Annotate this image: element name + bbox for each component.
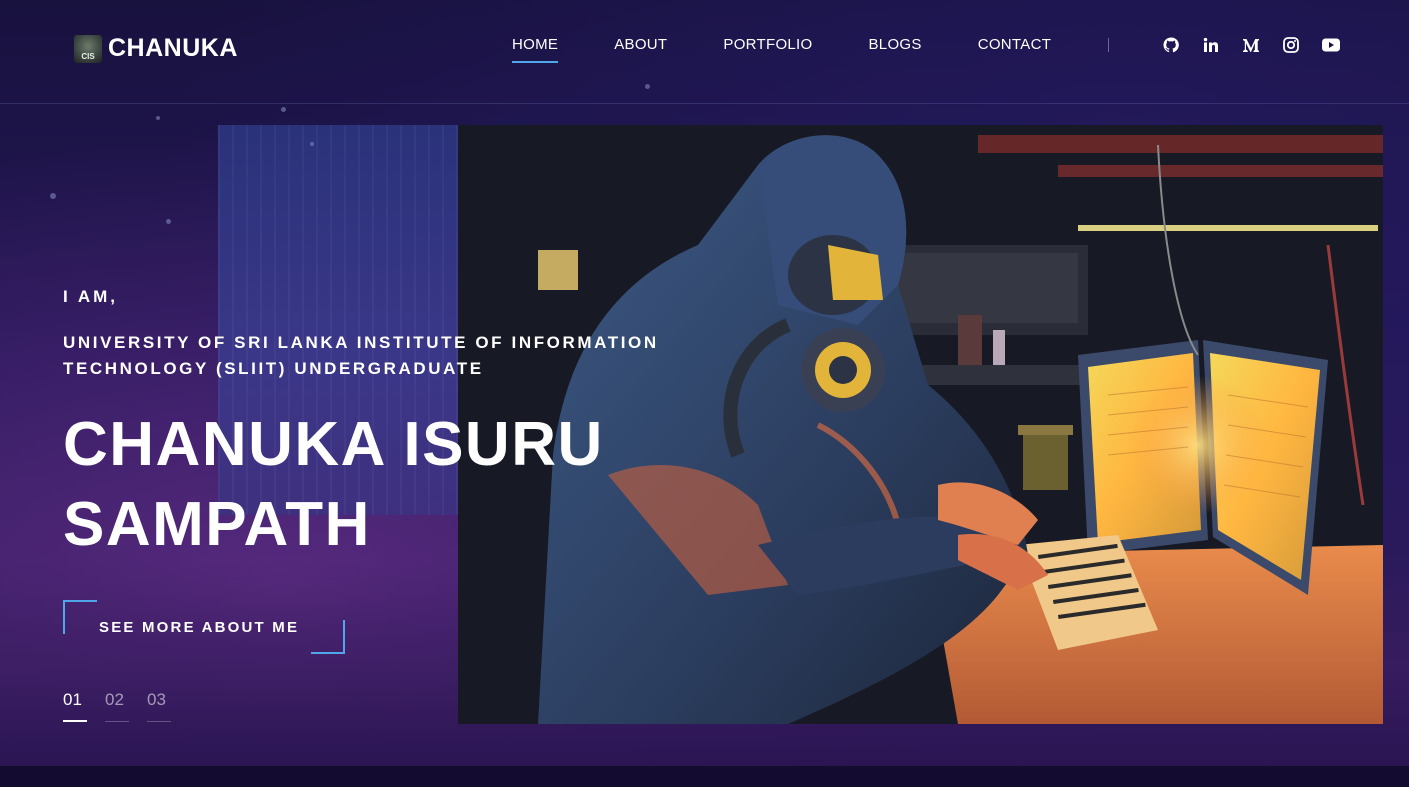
brand-name: CHANUKA [108,34,238,62]
instagram-icon[interactable] [1282,36,1300,54]
background-star [166,219,171,224]
cta-label: SEE MORE ABOUT ME [99,619,300,636]
medium-icon[interactable] [1242,36,1260,54]
github-icon[interactable] [1162,36,1180,54]
nav-home[interactable]: HOME [512,36,559,63]
logo-badge-icon: CIS [74,34,102,63]
slide-indicator-01[interactable]: 01 [63,690,87,722]
social-links [1162,36,1340,54]
hero-role: UNIVERSITY OF SRI LANKA INSTITUTE OF INF… [63,333,659,378]
nav-contact[interactable]: CONTACT [978,36,1051,63]
see-more-button[interactable]: SEE MORE ABOUT ME [63,600,345,654]
nav-about[interactable]: ABOUT [614,36,667,63]
bottom-strip [0,766,1409,787]
background-star [50,193,56,199]
nav-portfolio[interactable]: PORTFOLIO [723,36,812,63]
background-star [310,142,314,146]
cta-corner-top-left [63,600,97,634]
background-star [281,107,286,112]
slide-pagination: 01 02 03 [63,690,171,722]
background-star [156,116,160,120]
slide-indicator-03[interactable]: 03 [147,690,171,722]
youtube-icon[interactable] [1322,36,1340,54]
cta-corner-bottom-right [311,620,345,654]
main-menu: HOME ABOUT PORTFOLIO BLOGS CONTACT [512,36,1107,63]
hero-name: CHANUKA ISURU SAMPATH [63,410,604,559]
nav-blogs[interactable]: BLOGS [869,36,922,63]
linkedin-icon[interactable] [1202,36,1220,54]
nav-divider [1108,38,1109,52]
top-navbar: CIS CHANUKA HOME ABOUT PORTFOLIO BLOGS C… [0,0,1409,104]
hero-intro: I AM, [63,287,118,306]
slide-indicator-02[interactable]: 02 [105,690,129,722]
brand-logo[interactable]: CIS CHANUKA [74,34,238,63]
